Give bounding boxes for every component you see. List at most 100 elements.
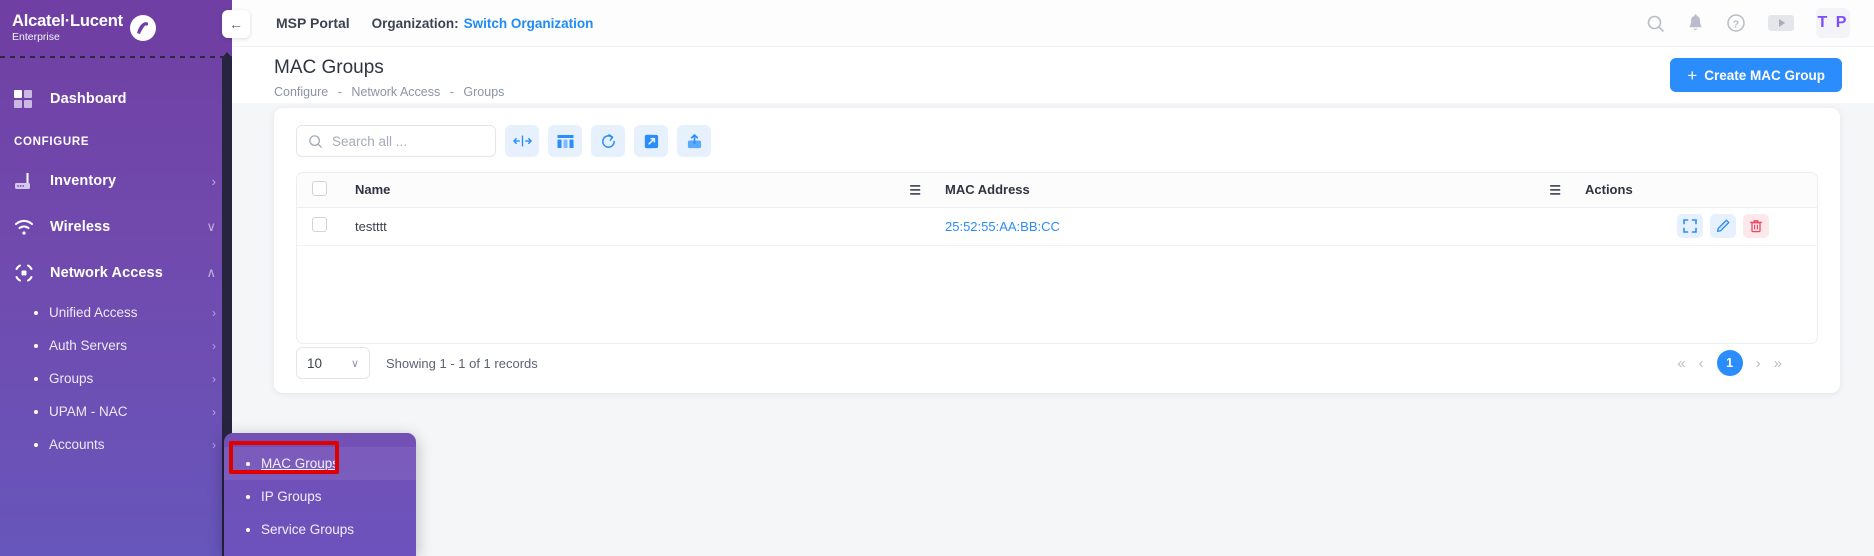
bullet-icon <box>34 343 38 348</box>
submenu-item-service-groups[interactable]: Service Groups <box>224 513 416 546</box>
table-toolbar <box>274 108 1840 157</box>
table-head: Name ☰ MAC Address ☰ Actions <box>297 173 1817 208</box>
help-icon[interactable]: ? <box>1726 13 1746 33</box>
column-header-mac-address[interactable]: MAC Address ☰ <box>931 173 1571 208</box>
page-size-value: 10 <box>307 355 323 371</box>
mac-groups-table-wrapper: Name ☰ MAC Address ☰ Actions testttt 25:… <box>296 172 1818 344</box>
column-menu-icon[interactable]: ☰ <box>1549 183 1561 196</box>
sidebar-section-configure: CONFIGURE <box>14 136 90 148</box>
delete-trash-icon[interactable] <box>1743 214 1769 238</box>
sidebar-item-label: Wireless <box>50 219 111 235</box>
sidebar-nav: Dashboard CONFIGURE Inventory › Wireless… <box>0 56 232 461</box>
table-row[interactable]: testttt 25:52:55:AA:BB:CC <box>297 207 1817 246</box>
switch-organization-link[interactable]: Switch Organization <box>464 16 594 31</box>
mac-groups-table: Name ☰ MAC Address ☰ Actions testttt 25:… <box>297 173 1817 246</box>
mac-address-link[interactable]: 25:52:55:AA:BB:CC <box>945 219 1060 234</box>
sidebar-item-wireless[interactable]: Wireless ∨ <box>0 204 232 250</box>
search-icon[interactable] <box>1646 14 1665 33</box>
sidebar-item-label: Dashboard <box>50 91 127 107</box>
fit-columns-icon[interactable] <box>505 125 539 157</box>
sidebar-subitem-auth-servers[interactable]: Auth Servers › <box>0 329 232 362</box>
export-icon[interactable] <box>634 125 668 157</box>
bell-icon[interactable] <box>1687 13 1704 33</box>
bullet-icon <box>34 442 38 447</box>
sidebar-subitem-label: Groups <box>49 371 94 386</box>
submenu-item-mac-groups[interactable]: MAC Groups <box>224 447 416 480</box>
brand-subtitle: Enterprise <box>12 30 60 43</box>
column-header-name[interactable]: Name ☰ <box>341 173 931 208</box>
column-menu-icon[interactable]: ☰ <box>909 183 921 196</box>
breadcrumb-separator: - <box>337 85 342 99</box>
sidebar-subitem-accounts[interactable]: Accounts › <box>0 428 232 461</box>
sidebar-subitem-groups[interactable]: Groups › <box>0 362 232 395</box>
video-icon[interactable] <box>1768 15 1794 31</box>
submenu-item-ip-groups[interactable]: IP Groups <box>224 480 416 513</box>
cell-actions <box>1571 207 1817 246</box>
search-icon <box>308 134 323 149</box>
select-all-header <box>297 173 341 208</box>
chevron-right-icon: › <box>212 338 216 353</box>
bullet-icon <box>246 527 250 532</box>
network-access-icon <box>14 263 40 283</box>
dashboard-grid-icon <box>14 89 40 109</box>
bullet-icon <box>34 376 38 381</box>
table-body: testttt 25:52:55:AA:BB:CC <box>297 207 1817 246</box>
sidebar-item-label: Network Access <box>50 265 163 281</box>
page-size-select[interactable]: 10 ∨ <box>296 347 370 379</box>
page-header: MAC Groups Configure - Network Access - … <box>232 47 1874 103</box>
first-page-button[interactable]: « <box>1677 355 1685 372</box>
import-upload-icon[interactable] <box>677 125 711 157</box>
column-header-actions: Actions <box>1571 173 1817 208</box>
select-all-checkbox[interactable] <box>312 180 327 196</box>
prev-page-button[interactable]: ‹ <box>1699 355 1704 372</box>
sidebar-subitem-upam-nac[interactable]: UPAM - NAC › <box>0 395 232 428</box>
row-select-cell <box>297 207 341 246</box>
pagination-bar: 10 ∨ Showing 1 - 1 of 1 records « ‹ 1 › … <box>296 347 1818 379</box>
chevron-right-icon: › <box>212 305 216 320</box>
brand-name: Alcatel·Lucent <box>12 12 123 31</box>
last-page-button[interactable]: » <box>1774 355 1782 372</box>
chevron-right-icon: › <box>212 404 216 419</box>
bullet-icon <box>246 494 250 499</box>
breadcrumb-item-configure[interactable]: Configure <box>274 85 328 99</box>
chevron-down-icon: ∨ <box>206 219 216 234</box>
topbar-actions: ? T P <box>1646 8 1874 38</box>
refresh-icon[interactable] <box>591 125 625 157</box>
row-checkbox[interactable] <box>312 217 327 232</box>
table-header-row: Name ☰ MAC Address ☰ Actions <box>297 173 1817 208</box>
column-settings-icon[interactable] <box>548 125 582 157</box>
column-header-label: MAC Address <box>945 182 1030 198</box>
bullet-icon <box>34 409 38 414</box>
cell-name: testttt <box>341 207 931 246</box>
breadcrumb-separator: - <box>449 85 454 99</box>
breadcrumb-item-groups[interactable]: Groups <box>463 85 504 99</box>
avatar[interactable]: T P <box>1816 8 1850 38</box>
sidebar: Alcatel·Lucent Enterprise Dashboard CONF… <box>0 0 232 556</box>
sidebar-item-dashboard[interactable]: Dashboard <box>0 76 232 122</box>
search-input[interactable] <box>332 133 484 149</box>
create-mac-group-button[interactable]: + Create MAC Group <box>1670 58 1842 92</box>
brand-logo-area[interactable]: Alcatel·Lucent Enterprise <box>0 0 232 56</box>
organization-label: Organization: Switch Organization <box>372 16 594 31</box>
alcatel-lucent-logo-icon <box>129 14 156 41</box>
chevron-up-icon: ∧ <box>206 265 216 280</box>
app-root: Alcatel·Lucent Enterprise Dashboard CONF… <box>0 0 1874 556</box>
bullet-icon <box>34 310 38 315</box>
collapse-sidebar-icon[interactable]: ← <box>222 10 250 38</box>
breadcrumb-item-network-access[interactable]: Network Access <box>351 85 440 99</box>
column-header-label: Name <box>355 182 391 198</box>
groups-submenu-flyout: MAC Groups IP Groups Service Groups <box>224 433 416 556</box>
mac-groups-card: Name ☰ MAC Address ☰ Actions <box>274 108 1840 393</box>
sidebar-item-network-access[interactable]: Network Access ∧ <box>0 250 232 296</box>
next-page-button[interactable]: › <box>1756 355 1761 372</box>
chevron-right-icon: › <box>212 437 216 452</box>
search-input-wrapper[interactable] <box>296 125 496 157</box>
edit-pencil-icon[interactable] <box>1710 214 1736 238</box>
sidebar-item-inventory[interactable]: Inventory › <box>0 158 232 204</box>
expand-icon[interactable] <box>1677 214 1703 238</box>
sidebar-subitem-unified-access[interactable]: Unified Access › <box>0 296 232 329</box>
page-number-1[interactable]: 1 <box>1716 350 1743 376</box>
top-bar: MSP Portal Organization: Switch Organizat… <box>232 0 1874 47</box>
column-header-label: Actions <box>1585 182 1633 198</box>
chevron-right-icon: › <box>212 371 216 386</box>
